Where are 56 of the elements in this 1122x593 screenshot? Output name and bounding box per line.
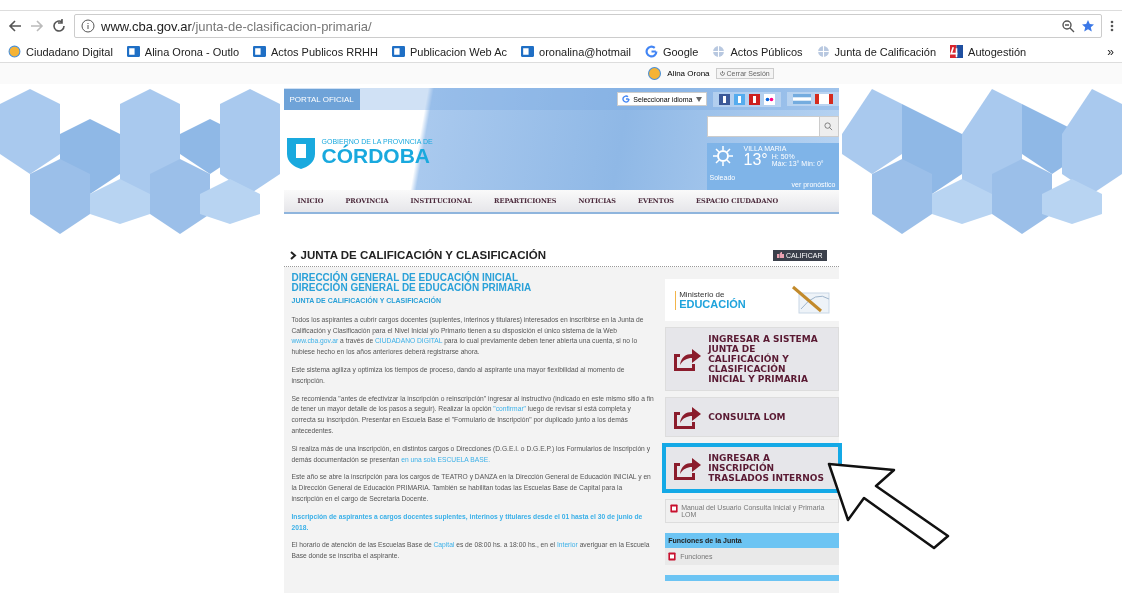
avatar-icon bbox=[648, 67, 662, 80]
menu-icon[interactable] bbox=[1110, 19, 1114, 33]
reload-icon[interactable] bbox=[52, 19, 66, 33]
search-icon[interactable] bbox=[824, 121, 833, 131]
ministry-label: Ministerio de bbox=[679, 290, 725, 299]
g-logo-icon bbox=[622, 95, 631, 103]
info-icon bbox=[81, 19, 95, 33]
action-button[interactable]: INGRESAR A INSCRIPCIÓN TRASLADOS INTERNOS bbox=[665, 446, 839, 490]
zoom-icon[interactable] bbox=[1061, 19, 1075, 33]
colored-logo-icon bbox=[950, 45, 964, 58]
share-arrow-icon bbox=[672, 455, 703, 481]
pdf-icon bbox=[668, 552, 677, 561]
thumbs-up-icon bbox=[776, 252, 784, 258]
back-icon[interactable] bbox=[8, 19, 22, 33]
bookmark-link[interactable]: Google bbox=[662, 45, 699, 58]
globe-icon bbox=[816, 45, 830, 58]
chevron-icon bbox=[289, 250, 298, 260]
logo-title: CÓRDOBA bbox=[321, 144, 430, 167]
page-title: JUNTA DE CALIFICACIÓN Y CLASIFICACIÓN bbox=[300, 249, 548, 261]
section-heading: DIRECCIÓN GENERAL DE EDUCACIÓN PRIMARIA bbox=[291, 283, 533, 293]
mail-app-icon bbox=[392, 45, 405, 58]
star-icon[interactable] bbox=[1081, 19, 1095, 33]
social-media-icon[interactable] bbox=[718, 93, 730, 105]
bookmark-link[interactable]: Alina Orona - Outlo bbox=[144, 45, 239, 58]
user-name: Alina Orona bbox=[667, 69, 710, 78]
action-button[interactable]: CONSULTA LOM bbox=[665, 397, 839, 437]
mail-app-icon bbox=[253, 45, 266, 58]
social-media-icon[interactable] bbox=[763, 93, 775, 105]
ministry-name: EDUCACIÓN bbox=[679, 298, 746, 310]
share-arrow-icon bbox=[672, 404, 703, 430]
bookmark-link[interactable]: oronalina@hotmail bbox=[539, 45, 631, 58]
bookmark-link[interactable]: Ciudadano Digital bbox=[26, 45, 113, 58]
share-arrow-icon bbox=[672, 346, 703, 372]
social-media-icon[interactable] bbox=[748, 93, 760, 105]
power-icon bbox=[719, 71, 725, 76]
bookmark-link[interactable]: Actos Públicos bbox=[730, 45, 803, 58]
bookmark-link[interactable]: Autogestión bbox=[968, 45, 1027, 58]
bookmark-link[interactable]: Actos Publicos RRHH bbox=[271, 45, 378, 58]
more-bookmarks-button[interactable]: » bbox=[1107, 44, 1114, 59]
action-button[interactable]: INGRESAR A SISTEMA JUNTA DE CALIFICACIÓN Y CLASIFICACIÓN INICIAL Y PRIMARIA bbox=[665, 327, 839, 391]
bookmark-link[interactable]: Publicacion Web Ac bbox=[410, 45, 507, 58]
address-bar[interactable]: www.cba.gov.ar/junta-de-clasificacion-primaria/ bbox=[74, 14, 1102, 38]
pdf-icon bbox=[670, 504, 679, 513]
search-field[interactable] bbox=[706, 116, 839, 137]
mail-app-icon bbox=[126, 45, 140, 58]
flag-icon[interactable] bbox=[814, 94, 833, 104]
portal-label: PORTAL OFICIAL bbox=[283, 88, 360, 110]
globe-icon bbox=[712, 45, 726, 58]
pencil-grid-drawing bbox=[790, 285, 831, 315]
dropdown-caret-icon bbox=[695, 96, 702, 102]
mail-app-icon bbox=[521, 45, 534, 58]
temperature: 13° bbox=[743, 151, 768, 168]
circle-logo-icon bbox=[8, 45, 21, 58]
g-logo-icon bbox=[644, 45, 658, 58]
bookmark-link[interactable]: Junta de Calificación bbox=[834, 45, 937, 58]
section-heading: DIRECCIÓN GENERAL DE EDUCACIÓN INICIAL bbox=[291, 273, 519, 283]
